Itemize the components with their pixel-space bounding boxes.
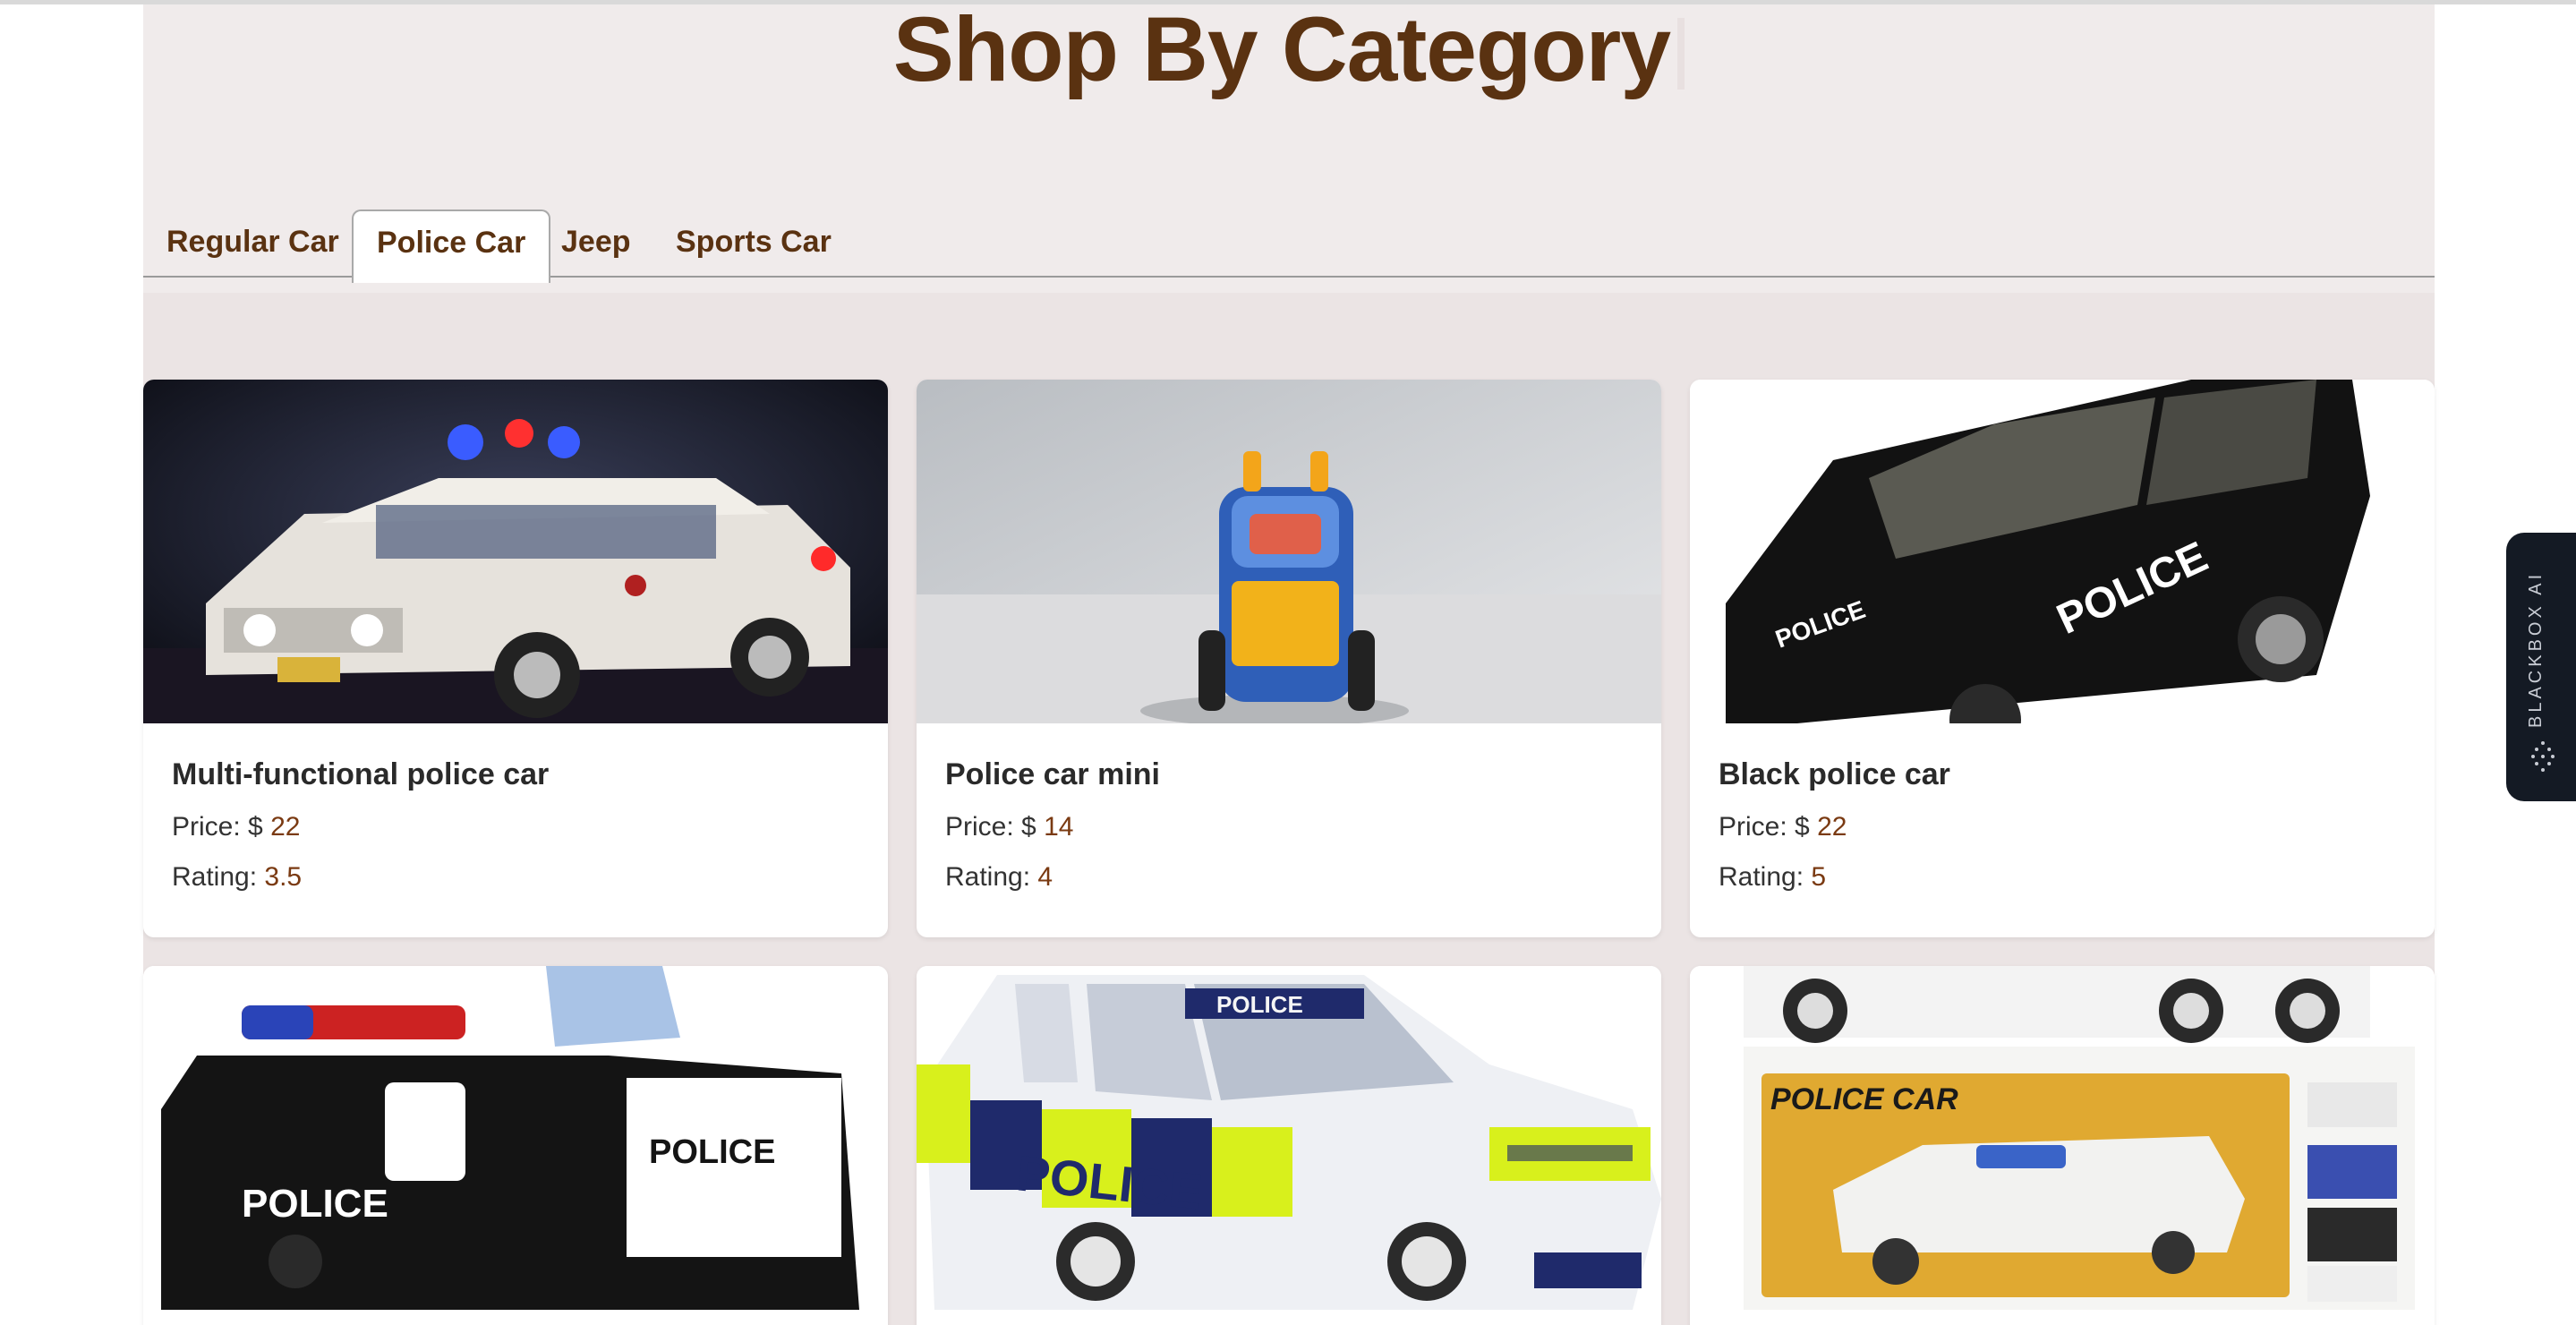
rating-label: Rating: [945, 862, 1031, 892]
product-image[interactable]: POLICE POLICE [143, 966, 888, 1310]
price-label: Price: $ [172, 812, 263, 842]
product-card[interactable]: POLICE POLICE Black police car Price: $ … [1690, 380, 2435, 937]
police-hummer-box-image: POLICE CAR [1690, 966, 2435, 1310]
widget-label: BLACKBOX AI [2526, 570, 2546, 728]
tab-jeep[interactable]: Jeep [538, 215, 654, 279]
price-label: Price: $ [1719, 812, 1810, 842]
rating-value: 5 [1811, 862, 1827, 892]
tab-police-car[interactable]: Police Car [352, 209, 551, 283]
page-title: Shop By Category [143, 4, 2435, 95]
svg-text:POLICE: POLICE [242, 1182, 388, 1226]
rating-value: 3.5 [264, 862, 303, 892]
product-image[interactable] [917, 380, 1661, 723]
product-card[interactable]: POLICE POLICE [917, 966, 1661, 1325]
product-card[interactable]: POLICE POLICE [143, 966, 888, 1325]
product-card[interactable]: POLICE CAR [1690, 966, 2435, 1325]
page-container: Shop By Category Regular Car Police Car … [143, 4, 2435, 1325]
price-value: 14 [1044, 812, 1074, 842]
svg-text:POLICE: POLICE [649, 1133, 775, 1171]
lego-car-image [143, 380, 888, 723]
price-value: 22 [270, 812, 301, 842]
product-name[interactable]: Black police car [1719, 756, 2406, 793]
rating-label: Rating: [172, 862, 258, 892]
product-price: Price: $ 22 [1719, 811, 2406, 843]
product-image[interactable]: POLICE POLICE [1690, 380, 2435, 723]
product-name[interactable]: Police car mini [945, 756, 1633, 793]
black-police-suv-image: POLICE POLICE [1690, 380, 2435, 723]
product-rating: Rating: 3.5 [172, 861, 859, 893]
product-image[interactable] [143, 380, 888, 723]
price-label: Price: $ [945, 812, 1036, 842]
tab-sports-car[interactable]: Sports Car [653, 215, 855, 279]
product-name[interactable]: Multi-functional police car [172, 756, 859, 793]
product-price: Price: $ 14 [945, 811, 1633, 843]
product-image[interactable]: POLICE POLICE [917, 966, 1661, 1310]
category-tabs: Regular Car Police Car Jeep Sports Car [143, 206, 2435, 283]
category-header: Shop By Category Regular Car Police Car … [143, 4, 2435, 293]
svg-text:POLICE: POLICE [1216, 991, 1303, 1018]
tab-regular-car[interactable]: Regular Car [143, 215, 363, 279]
rating-value: 4 [1037, 862, 1053, 892]
product-rating: Rating: 5 [1719, 861, 2406, 893]
product-rating: Rating: 4 [945, 861, 1633, 893]
product-image[interactable]: POLICE CAR [1690, 966, 2435, 1310]
product-card[interactable]: Police car mini Price: $ 14 Rating: 4 [917, 380, 1661, 937]
price-value: 22 [1817, 812, 1847, 842]
toy-car-image [917, 380, 1661, 723]
ride-on-police-car-image: POLICE POLICE [143, 966, 888, 1310]
product-price: Price: $ 22 [172, 811, 859, 843]
sparkle-icon [2531, 741, 2555, 772]
blackbox-ai-widget[interactable]: BLACKBOX AI [2506, 533, 2576, 801]
checkered-police-sedan-image: POLICE POLICE [917, 966, 1661, 1310]
product-card[interactable]: Multi-functional police car Price: $ 22 … [143, 380, 888, 937]
text-cursor [1677, 18, 1685, 90]
rating-label: Rating: [1719, 862, 1804, 892]
svg-text:POLICE CAR: POLICE CAR [1770, 1082, 1958, 1116]
